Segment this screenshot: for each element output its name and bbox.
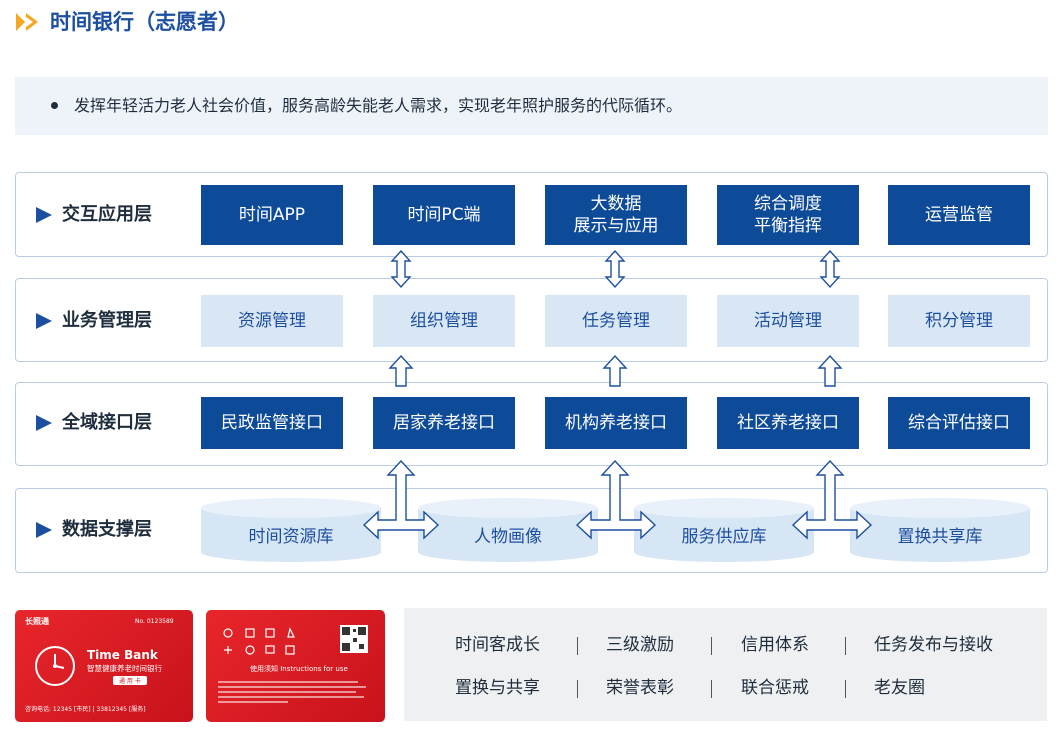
up-arrow-icon — [603, 355, 627, 387]
bidirectional-arrow-icon — [391, 250, 411, 288]
bidirectional-arrow-icon — [605, 250, 625, 288]
card-subtitle: 智慧健康养老时间银行 — [87, 664, 162, 673]
feature-item: 三级激励 — [606, 635, 674, 655]
divider — [711, 637, 712, 655]
divider — [711, 680, 712, 698]
feature-item: 时间客成长 — [455, 635, 540, 655]
feature-panel — [404, 608, 1047, 721]
service-icons — [223, 627, 295, 655]
bidirectional-arrow-icon — [820, 250, 840, 288]
feature-item: 任务发布与接收 — [874, 635, 993, 655]
card-notice: 使用须知 Instructions for use — [250, 665, 348, 673]
time-bank-card-back: 使用须知 Instructions for use — [206, 610, 385, 722]
card-brand: 长照通 — [25, 617, 49, 626]
card-title: Time Bank — [87, 648, 158, 662]
divider — [845, 637, 846, 655]
card-fine-print — [218, 678, 368, 712]
clock-icon — [35, 646, 75, 686]
card-hotline: 咨询电话: 12345 [市民] | 33812345 [服务] — [25, 706, 146, 713]
divider — [577, 680, 578, 698]
divider — [577, 637, 578, 655]
time-bank-card-front: 长照通 No. 0123589 Time Bank 智慧健康养老时间银行 通 用… — [15, 610, 193, 722]
feature-item: 荣誉表彰 — [606, 678, 674, 698]
data-flow-arrow-icon — [362, 459, 440, 540]
up-arrow-icon — [389, 355, 413, 387]
feature-item: 信用体系 — [741, 635, 809, 655]
up-arrow-icon — [818, 355, 842, 387]
card-tag: 通 用 卡 — [113, 676, 147, 685]
feature-item: 老友圈 — [874, 678, 925, 698]
data-flow-arrow-icon — [791, 459, 873, 540]
feature-item: 联合惩戒 — [741, 678, 809, 698]
divider — [845, 680, 846, 698]
qr-code-icon — [340, 625, 368, 653]
feature-item: 置换与共享 — [455, 678, 540, 698]
card-number: No. 0123589 — [135, 618, 174, 625]
data-flow-arrow-icon — [575, 459, 657, 540]
